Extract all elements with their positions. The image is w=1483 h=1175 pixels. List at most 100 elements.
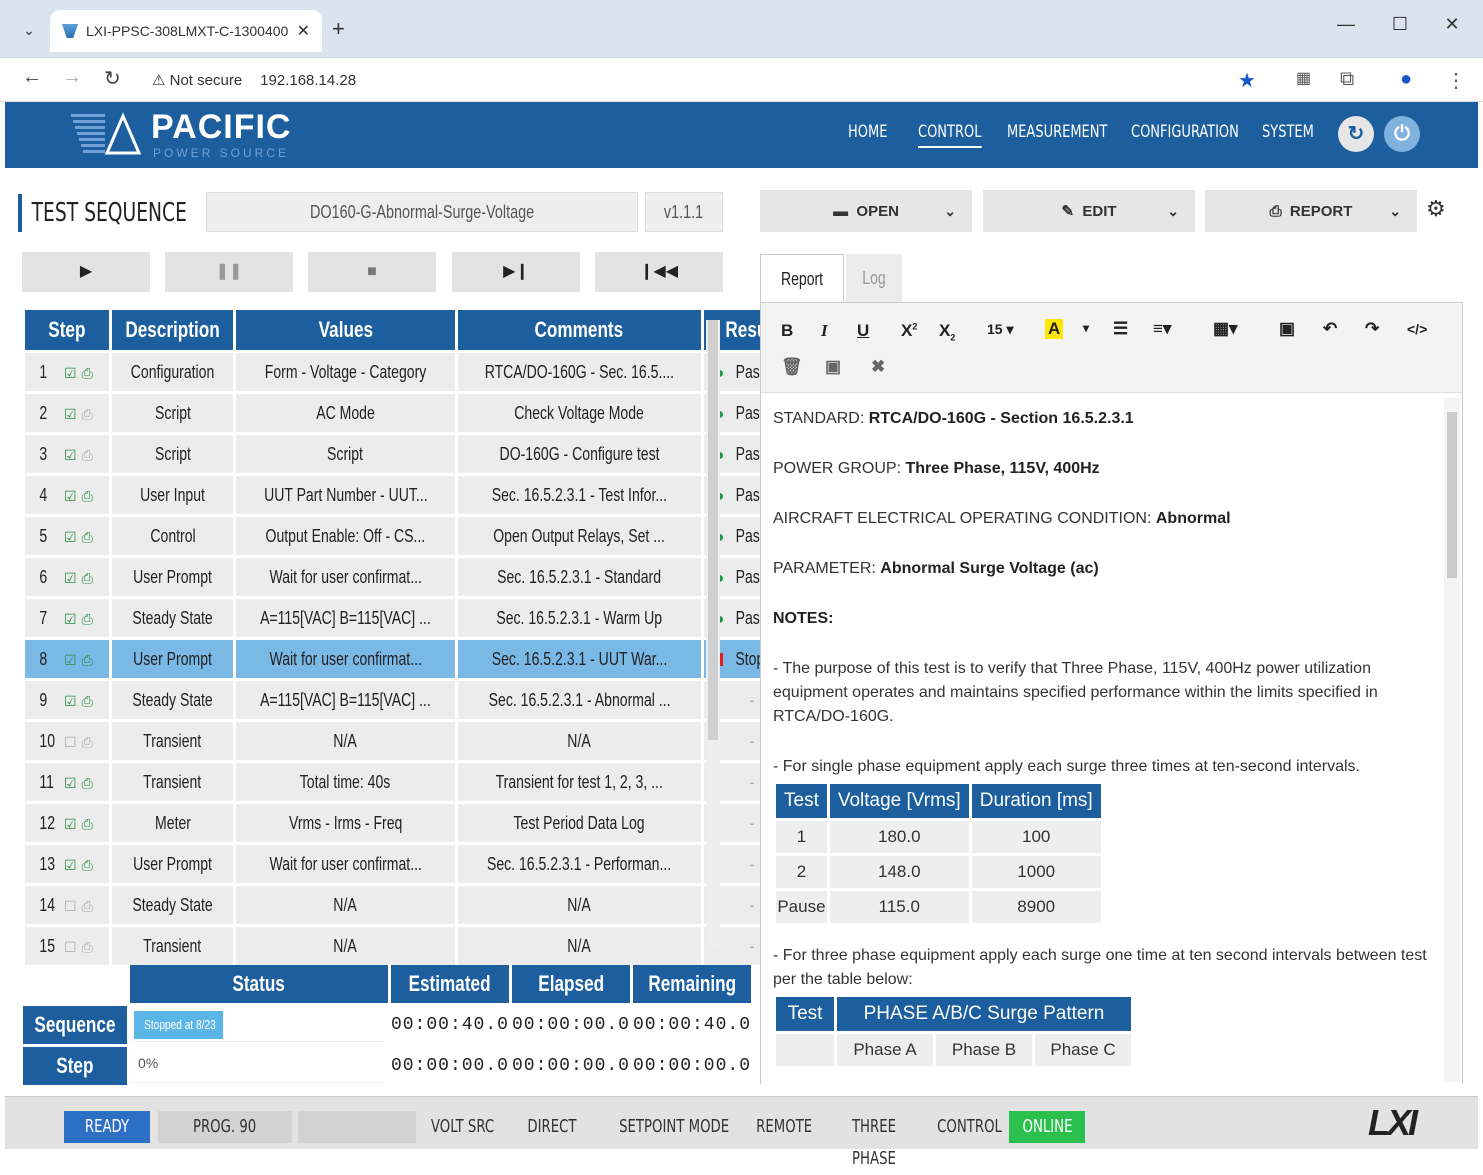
check-edit-icon[interactable]: ☑ [64, 570, 77, 586]
printer-icon[interactable]: ⎙ [82, 529, 93, 545]
forward-icon[interactable]: → [62, 66, 82, 89]
nav-system[interactable]: SYSTEM [1262, 122, 1314, 142]
header-values[interactable]: Values [236, 310, 455, 350]
minimize-icon[interactable]: — [1326, 14, 1366, 35]
table-icon[interactable]: ▦▾ [1213, 319, 1238, 339]
color-dropdown-icon[interactable]: ▾ [1083, 321, 1089, 335]
superscript-icon[interactable]: X2 [901, 321, 917, 341]
table-row[interactable]: 11 ☑ ⎙ Transient Total time: 40s Transient … [25, 763, 801, 801]
header-comments[interactable]: Comments [457, 310, 701, 350]
table-row[interactable]: 13 ☑ ⎙ User Prompt Wait for user confirmat… [25, 845, 801, 883]
table-row[interactable]: 12 ☑ ⎙ Meter Vrms - Irms - Freq Test Period… [25, 804, 801, 842]
table-row[interactable]: 9 ☑ ⎙ Steady State A=115[VAC] B=115[VAC] .… [25, 681, 801, 719]
printer-icon[interactable]: ⎙ [82, 570, 93, 586]
table-row[interactable]: 4 ☑ ⎙ User Input UUT Part Number - UUT... S… [25, 476, 801, 514]
printer-icon[interactable]: ⎙ [82, 447, 93, 463]
more-menu-icon[interactable]: ⋮ [1446, 68, 1466, 93]
pause-button[interactable]: ❚❚ [165, 252, 293, 292]
italic-icon[interactable]: I [821, 321, 828, 341]
maximize-icon[interactable]: ☐ [1380, 14, 1420, 35]
printer-icon[interactable]: ⎙ [82, 898, 93, 914]
undo-icon[interactable]: ↶ [1323, 319, 1337, 339]
open-button[interactable]: ▬ OPEN ⌄ [760, 190, 972, 232]
clear-format-icon[interactable]: ✖ [871, 357, 885, 377]
table-row[interactable]: 15 ☐ ⎙ Transient N/A N/A - [25, 927, 801, 965]
reload-icon[interactable]: ↻ [104, 66, 121, 91]
header-description[interactable]: Description [112, 310, 234, 350]
align-icon[interactable]: ≡▾ [1153, 319, 1171, 339]
check-edit-icon[interactable]: ☑ [64, 693, 77, 709]
printer-icon[interactable]: ⎙ [82, 857, 93, 873]
printer-icon[interactable]: ⎙ [82, 939, 93, 955]
nav-control[interactable]: CONTROL [918, 122, 982, 148]
bullet-list-icon[interactable]: ☰ [1113, 319, 1128, 339]
check-edit-icon[interactable]: ☑ [64, 611, 77, 627]
table-row[interactable]: 7 ☑ ⎙ Steady State A=115[VAC] B=115[VAC] .… [25, 599, 801, 637]
nav-measurement[interactable]: MEASUREMENT [1007, 122, 1107, 142]
play-button[interactable]: ▶ [22, 252, 150, 292]
check-empty-icon[interactable]: ☐ [64, 939, 77, 955]
image-icon[interactable]: ▣ [1279, 319, 1295, 339]
code-view-icon[interactable]: </> [1407, 321, 1427, 337]
printer-icon[interactable]: ⎙ [82, 693, 93, 709]
check-edit-icon[interactable]: ☑ [64, 447, 77, 463]
stop-button[interactable]: ■ [308, 252, 436, 292]
tab-log[interactable]: Log [846, 254, 902, 302]
check-edit-icon[interactable]: ☑ [64, 652, 77, 668]
close-window-icon[interactable]: ✕ [1432, 14, 1472, 35]
new-tab-icon[interactable]: + [332, 16, 345, 42]
report-scrollbar-thumb[interactable] [1447, 412, 1457, 578]
table-row[interactable]: 3 ☑ ⎙ Script Script DO-160G - Configure tes… [25, 435, 801, 473]
printer-icon[interactable]: ⎙ [82, 365, 93, 381]
tab-search-chevron-icon[interactable]: ⌄ [14, 16, 44, 44]
table-scrollbar-thumb[interactable] [708, 320, 718, 740]
table-row[interactable]: 14 ☐ ⎙ Steady State N/A N/A - [25, 886, 801, 924]
power-icon[interactable]: ⏻ [1384, 116, 1420, 152]
browser-tab[interactable]: LXI-PPSC-308LMXT-C-1300400 ✕ [50, 10, 322, 52]
url-field[interactable]: ⚠ Not secure 192.168.14.28 [152, 64, 1252, 96]
check-empty-icon[interactable]: ☐ [64, 898, 77, 914]
subscript-icon[interactable]: X2 [939, 321, 955, 342]
check-edit-icon[interactable]: ☑ [64, 775, 77, 791]
save-icon[interactable]: ▣ [825, 357, 841, 377]
refresh-icon[interactable]: ↻ [1338, 116, 1374, 152]
printer-icon[interactable]: ⎙ [82, 611, 93, 627]
table-row[interactable]: 8 ☑ ⎙ User Prompt Wait for user confirmat.… [25, 640, 801, 678]
check-edit-icon[interactable]: ☑ [64, 857, 77, 873]
printer-icon[interactable]: ⎙ [82, 488, 93, 504]
nav-configuration[interactable]: CONFIGURATION [1131, 122, 1239, 142]
report-scrollbar[interactable] [1444, 398, 1460, 1082]
check-edit-icon[interactable]: ☑ [64, 816, 77, 832]
text-color-icon[interactable]: A [1045, 319, 1064, 339]
check-edit-icon[interactable]: ☑ [64, 406, 77, 422]
underline-icon[interactable]: U [857, 321, 869, 341]
redo-icon[interactable]: ↷ [1365, 319, 1379, 339]
check-edit-icon[interactable]: ☑ [64, 365, 77, 381]
rewind-button[interactable]: ❙◀◀ [595, 252, 723, 292]
printer-icon[interactable]: ⎙ [82, 734, 93, 750]
header-step[interactable]: Step [25, 310, 109, 350]
check-empty-icon[interactable]: ☐ [64, 734, 77, 750]
profile-icon[interactable]: ● [1400, 68, 1412, 91]
table-row[interactable]: 1 ☑ ⎙ Configuration Form - Voltage - Categ… [25, 353, 801, 391]
close-tab-icon[interactable]: ✕ [297, 21, 310, 41]
nav-home[interactable]: HOME [848, 122, 887, 142]
report-button[interactable]: ⎙ REPORT ⌄ [1205, 190, 1417, 232]
qr-code-icon[interactable]: ▦ [1296, 68, 1311, 88]
trash-icon[interactable]: 🗑 [781, 357, 803, 377]
extensions-icon[interactable]: ⧉ [1340, 68, 1354, 91]
table-row[interactable]: 5 ☑ ⎙ Control Output Enable: Off - CS... Op… [25, 517, 801, 555]
bookmark-star-icon[interactable]: ★ [1238, 68, 1256, 93]
printer-icon[interactable]: ⎙ [82, 775, 93, 791]
table-row[interactable]: 6 ☑ ⎙ User Prompt Wait for user confirmat.… [25, 558, 801, 596]
step-forward-button[interactable]: ▶❙ [452, 252, 580, 292]
printer-icon[interactable]: ⎙ [82, 652, 93, 668]
printer-icon[interactable]: ⎙ [82, 406, 93, 422]
back-icon[interactable]: ← [22, 66, 42, 89]
table-scrollbar[interactable] [706, 320, 720, 950]
sequence-version-field[interactable]: v1.1.1 [645, 192, 723, 232]
bold-icon[interactable]: B [781, 321, 793, 341]
check-edit-icon[interactable]: ☑ [64, 488, 77, 504]
gear-icon[interactable]: ⚙ [1426, 196, 1446, 222]
printer-icon[interactable]: ⎙ [82, 816, 93, 832]
